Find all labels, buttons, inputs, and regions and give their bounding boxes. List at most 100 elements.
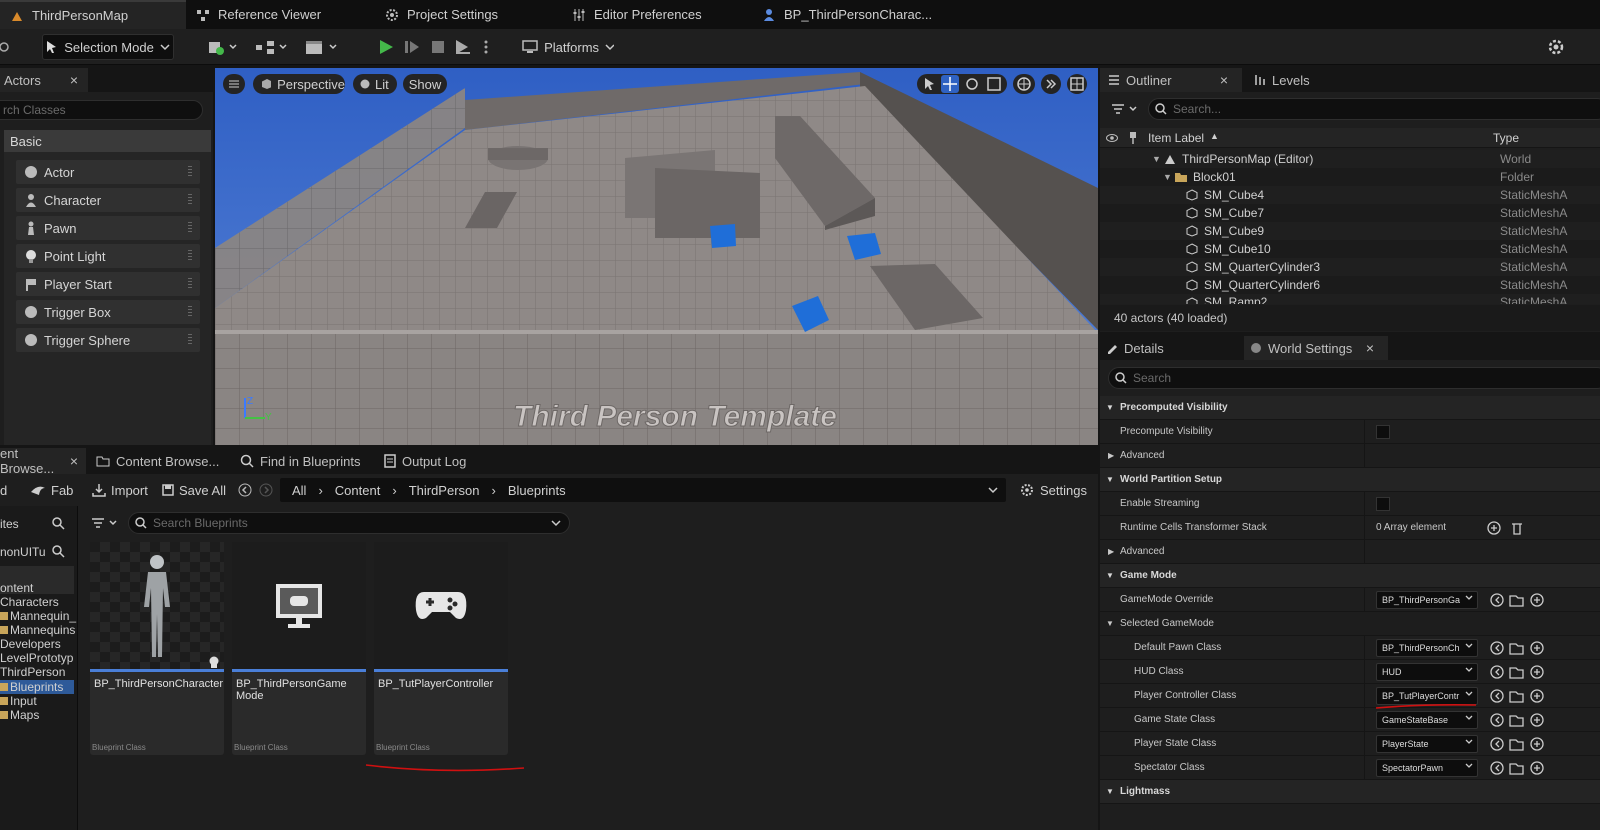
eject-button[interactable] [452, 37, 474, 57]
actor-item-pawn[interactable]: Pawn [16, 216, 200, 240]
play-options-button[interactable] [480, 37, 492, 57]
details-row-section[interactable]: ▼ Precomputed Visibility [1100, 396, 1600, 420]
expand-arrow-icon[interactable]: ▼ [1106, 475, 1114, 484]
expand-arrow-icon[interactable]: ▼ [1163, 172, 1172, 182]
play-button[interactable] [376, 37, 396, 57]
drag-handle-icon[interactable] [188, 306, 192, 318]
asset-tile[interactable]: BP_TutPlayerController Blueprint Class [374, 542, 508, 755]
tab-project-settings[interactable]: Project Settings [375, 0, 561, 29]
tree-item[interactable]: Input [0, 694, 37, 708]
close-icon[interactable]: × [1220, 72, 1228, 88]
tab-editor-preferences[interactable]: Editor Preferences [562, 0, 748, 29]
actor-item-point-light[interactable]: Point Light [16, 244, 200, 268]
drag-handle-icon[interactable] [188, 250, 192, 262]
property-checkbox[interactable] [1376, 497, 1390, 511]
tree-item[interactable]: ontent [0, 581, 33, 595]
tab-content-browser-2[interactable]: Content Browse... [92, 448, 232, 474]
outliner-row-actor[interactable]: SM_QuarterCylinder6 StaticMeshA [1100, 276, 1600, 294]
class-dropdown[interactable]: SpectatorPawn [1376, 759, 1478, 777]
visibility-eye-icon[interactable] [1106, 132, 1118, 144]
favorites-header[interactable]: ites [0, 514, 76, 534]
layout-icon[interactable] [1067, 74, 1087, 94]
tree-item[interactable]: LevelPrototyp [0, 651, 73, 665]
use-browse-create-icons[interactable] [1490, 736, 1546, 752]
tab-reference-viewer[interactable]: Reference Viewer [186, 0, 372, 29]
drag-handle-icon[interactable] [188, 278, 192, 290]
details-row-section[interactable]: ▼ Game Mode [1100, 564, 1600, 588]
outliner-row-actor[interactable]: SM_QuarterCylinder3 StaticMeshA [1100, 258, 1600, 276]
tab-world-settings[interactable]: World Settings × [1244, 336, 1388, 360]
tab-place-actors[interactable]: Actors × [0, 68, 88, 92]
scale-tool-icon[interactable] [987, 77, 1001, 91]
tab-details[interactable]: Details [1100, 336, 1240, 360]
fab-button[interactable]: Fab [30, 479, 78, 501]
details-search-input[interactable]: Search [1108, 367, 1600, 389]
tree-item-selected[interactable]: Blueprints [0, 680, 74, 694]
expand-arrow-icon[interactable]: ▼ [1152, 154, 1161, 164]
collapse-arrow-icon[interactable]: ▶ [1108, 451, 1114, 460]
import-button[interactable]: Import [92, 479, 152, 501]
outliner-filter-button[interactable] [1108, 100, 1142, 118]
use-browse-create-icons[interactable] [1490, 712, 1546, 728]
breadcrumb-thirdperson[interactable]: ThirdPerson [409, 483, 480, 498]
outliner-row-actor[interactable]: SM_Cube7 StaticMeshA [1100, 204, 1600, 222]
use-browse-create-icons[interactable] [1490, 592, 1546, 608]
project-header[interactable]: nonUITu [0, 542, 76, 562]
outliner-row-world[interactable]: ▼ ThirdPersonMap (Editor) World [1100, 150, 1600, 168]
expand-arrow-icon[interactable]: ▼ [1106, 403, 1114, 412]
more-options-icon[interactable] [1041, 74, 1061, 94]
selection-mode-dropdown[interactable]: Selection Mode [42, 34, 174, 60]
show-button[interactable]: Show [403, 74, 447, 94]
details-row-section[interactable]: ▼ Lightmass [1100, 780, 1600, 804]
actor-item-player-start[interactable]: Player Start [16, 272, 200, 296]
level-viewport[interactable]: Third Person Template Z Y Perspective Li… [215, 68, 1098, 445]
history-back-icon[interactable] [238, 483, 252, 497]
class-dropdown[interactable]: GameStateBase [1376, 711, 1478, 729]
breadcrumb-content[interactable]: Content [335, 483, 381, 498]
tree-item[interactable]: ThirdPerson [0, 665, 65, 679]
outliner-row-actor[interactable]: SM_Cube10 StaticMeshA [1100, 240, 1600, 258]
use-browse-create-icons[interactable] [1490, 760, 1546, 776]
class-dropdown[interactable]: BP_ThirdPersonGa [1376, 591, 1478, 609]
blueprint-menu-button[interactable] [254, 37, 290, 57]
tree-item[interactable]: Maps [0, 708, 39, 722]
outliner-row-folder[interactable]: ▼ Block01 Folder [1100, 168, 1600, 186]
source-control-icon[interactable] [0, 37, 14, 57]
close-icon[interactable]: × [70, 453, 78, 469]
details-row-collapsed[interactable]: ▶ Advanced [1100, 444, 1600, 468]
tab-outliner[interactable]: Outliner × [1100, 68, 1242, 92]
column-type[interactable]: Type [1493, 131, 1519, 145]
close-icon[interactable]: × [70, 72, 78, 88]
outliner-row-actor[interactable]: SM_Cube9 StaticMeshA [1100, 222, 1600, 240]
content-settings-button[interactable]: Settings [1020, 479, 1092, 501]
actor-item-trigger-sphere[interactable]: Trigger Sphere [16, 328, 200, 352]
lit-button[interactable]: Lit [353, 74, 397, 94]
add-actor-button[interactable] [204, 37, 240, 57]
chevron-down-icon[interactable] [988, 486, 998, 494]
rotate-tool-icon[interactable] [965, 77, 979, 91]
search-classes-input[interactable]: rch Classes [0, 100, 203, 120]
tree-item[interactable]: Developers [0, 637, 61, 651]
tree-item[interactable]: Mannequin_ [0, 609, 76, 623]
class-dropdown[interactable]: BP_ThirdPersonCh [1376, 639, 1478, 657]
category-basic[interactable]: Basic [4, 130, 211, 152]
asset-tile[interactable]: BP_ThirdPersonGame Mode Blueprint Class [232, 542, 366, 755]
details-row-collapsed[interactable]: ▶ Advanced [1100, 540, 1600, 564]
tree-item[interactable]: Mannequins [0, 623, 75, 637]
add-button[interactable]: d [0, 479, 12, 501]
class-dropdown[interactable]: HUD [1376, 663, 1478, 681]
cinematics-button[interactable] [304, 37, 340, 57]
stop-button[interactable] [428, 37, 448, 57]
search-blueprints-input[interactable]: Search Blueprints [128, 512, 570, 534]
close-icon[interactable]: × [1366, 340, 1374, 356]
perspective-button[interactable]: Perspective [253, 74, 345, 94]
column-item-label[interactable]: Item Label [1148, 131, 1204, 145]
advance-frame-button[interactable] [402, 37, 422, 57]
drag-handle-icon[interactable] [188, 194, 192, 206]
asset-tile[interactable]: BP_ThirdPersonCharacter Blueprint Class [90, 542, 224, 755]
breadcrumb-blueprints[interactable]: Blueprints [508, 483, 566, 498]
drag-handle-icon[interactable] [188, 166, 192, 178]
tree-item[interactable]: Characters [0, 595, 59, 609]
outliner-search-input[interactable]: Search... [1148, 98, 1600, 120]
world-local-toggle[interactable] [1013, 74, 1035, 94]
